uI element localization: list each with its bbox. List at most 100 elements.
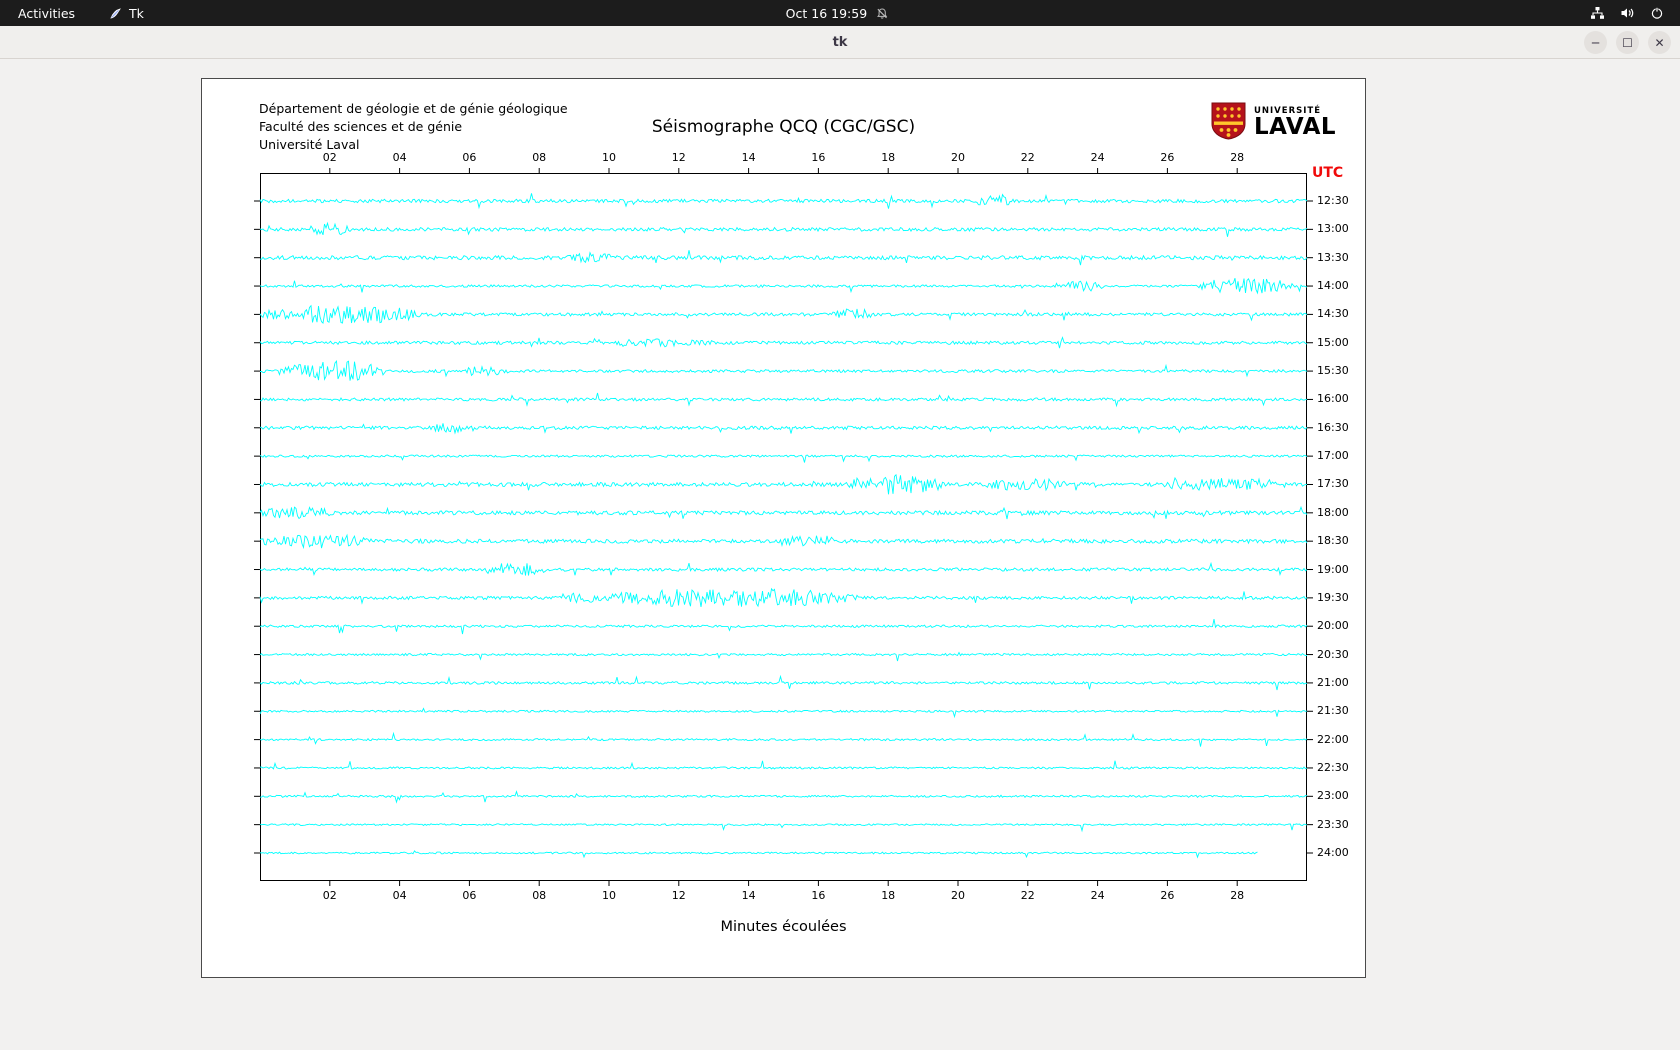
app-menu-label: Tk [129,6,144,21]
time-label: 23:00 [1317,789,1349,802]
seismogram-trace [260,507,1307,519]
x-tick-label-bottom: 06 [462,889,476,902]
seismogram-trace [260,824,1307,831]
time-label: 19:30 [1317,591,1349,604]
app-menu-tk[interactable]: Tk [105,0,148,26]
seismogram-trace [260,278,1307,293]
time-label: 15:00 [1317,336,1349,349]
time-label: 18:30 [1317,534,1349,547]
x-tick-label-bottom: 02 [323,889,337,902]
laval-shield-icon [1210,102,1247,144]
close-button[interactable]: ✕ [1648,31,1671,54]
seismogram-trace [260,423,1307,433]
logo-text-large: LAVAL [1254,116,1336,139]
x-tick-label-bottom: 04 [393,889,407,902]
x-tick-label-bottom: 08 [532,889,546,902]
x-tick-label-top: 22 [1021,151,1035,164]
network-icon [1590,6,1605,20]
x-tick-label-top: 06 [462,151,476,164]
x-tick-label-bottom: 26 [1160,889,1174,902]
clock-menu[interactable]: Oct 16 19:59 [786,0,889,26]
seismogram-trace [260,734,1307,747]
seismogram-trace [260,193,1307,208]
utc-label: UTC [1312,165,1343,181]
x-tick-label-top: 14 [742,151,756,164]
time-label: 22:00 [1317,733,1349,746]
seismogram-trace [260,851,1258,857]
x-tick-label-bottom: 16 [811,889,825,902]
plot-title: Séismographe QCQ (CGC/GSC) [260,117,1307,137]
seismogram-trace [260,306,1307,323]
time-label: 14:30 [1317,307,1349,320]
x-tick-label-bottom: 18 [881,889,895,902]
header-line-3: Université Laval [259,136,568,154]
time-label: 12:30 [1317,194,1349,207]
x-tick-label-bottom: 10 [602,889,616,902]
x-tick-label-top: 02 [323,151,337,164]
time-label: 22:30 [1317,761,1349,774]
time-label: 23:30 [1317,818,1349,831]
seismogram-trace [260,361,1307,381]
x-tick-label-bottom: 12 [672,889,686,902]
x-tick-label-top: 18 [881,151,895,164]
seismogram-trace [260,653,1307,662]
x-tick-label-top: 12 [672,151,686,164]
plot-frame [261,174,1307,881]
tk-canvas-window: Département de géologie et de génie géol… [201,78,1366,978]
x-tick-label-top: 20 [951,151,965,164]
tk-icon [109,7,122,20]
power-icon [1650,6,1664,20]
time-label: 20:30 [1317,648,1349,661]
seismogram-trace [260,250,1307,265]
time-label: 21:30 [1317,704,1349,717]
x-tick-label-top: 04 [393,151,407,164]
maximize-button[interactable]: ☐ [1616,31,1639,54]
seismogram-trace [260,792,1307,803]
x-axis-caption: Minutes écoulées [260,919,1307,935]
x-tick-label-bottom: 24 [1091,889,1105,902]
activities-label: Activities [18,6,75,21]
time-label: 21:00 [1317,676,1349,689]
window-title: tk [833,35,848,50]
x-tick-label-top: 28 [1230,151,1244,164]
header-line-1: Département de géologie et de génie géol… [259,100,568,118]
time-label: 20:00 [1317,619,1349,632]
x-tick-label-top: 26 [1160,151,1174,164]
clock-label: Oct 16 19:59 [786,6,868,21]
x-tick-label-bottom: 14 [742,889,756,902]
x-tick-label-top: 10 [602,151,616,164]
x-tick-label-top: 08 [532,151,546,164]
seismogram-trace [260,709,1307,717]
seismogram-trace [260,677,1307,691]
seismogram-trace [260,619,1307,634]
volume-icon [1620,6,1635,20]
time-label: 14:00 [1317,279,1349,292]
x-tick-label-bottom: 22 [1021,889,1035,902]
x-tick-label-top: 24 [1091,151,1105,164]
seismogram-trace [260,338,1307,349]
seismogram-trace [260,589,1307,607]
window-title-bar: tk ─ ☐ ✕ [0,26,1680,59]
x-tick-label-bottom: 28 [1230,889,1244,902]
seismogram-trace [260,393,1307,406]
time-label: 16:00 [1317,392,1349,405]
seismogram-plot [260,173,1307,881]
seismogram-trace [260,761,1307,769]
activities-button[interactable]: Activities [14,0,79,26]
x-tick-label-bottom: 20 [951,889,965,902]
bell-muted-icon [875,7,888,20]
time-label: 15:30 [1317,364,1349,377]
gnome-top-bar: Activities Tk Oct 16 19:59 [0,0,1680,26]
laval-logo: UNIVERSITÉ LAVAL [1210,102,1336,144]
time-label: 19:00 [1317,563,1349,576]
seismogram-trace [260,475,1307,495]
seismogram-trace [260,535,1307,548]
time-label: 24:00 [1317,846,1349,859]
time-label: 16:30 [1317,421,1349,434]
system-status-area[interactable] [1590,6,1680,20]
seismogram-trace [260,563,1307,575]
minimize-button[interactable]: ─ [1584,31,1607,54]
time-label: 13:00 [1317,222,1349,235]
seismogram-trace [260,223,1307,237]
time-label: 17:30 [1317,477,1349,490]
